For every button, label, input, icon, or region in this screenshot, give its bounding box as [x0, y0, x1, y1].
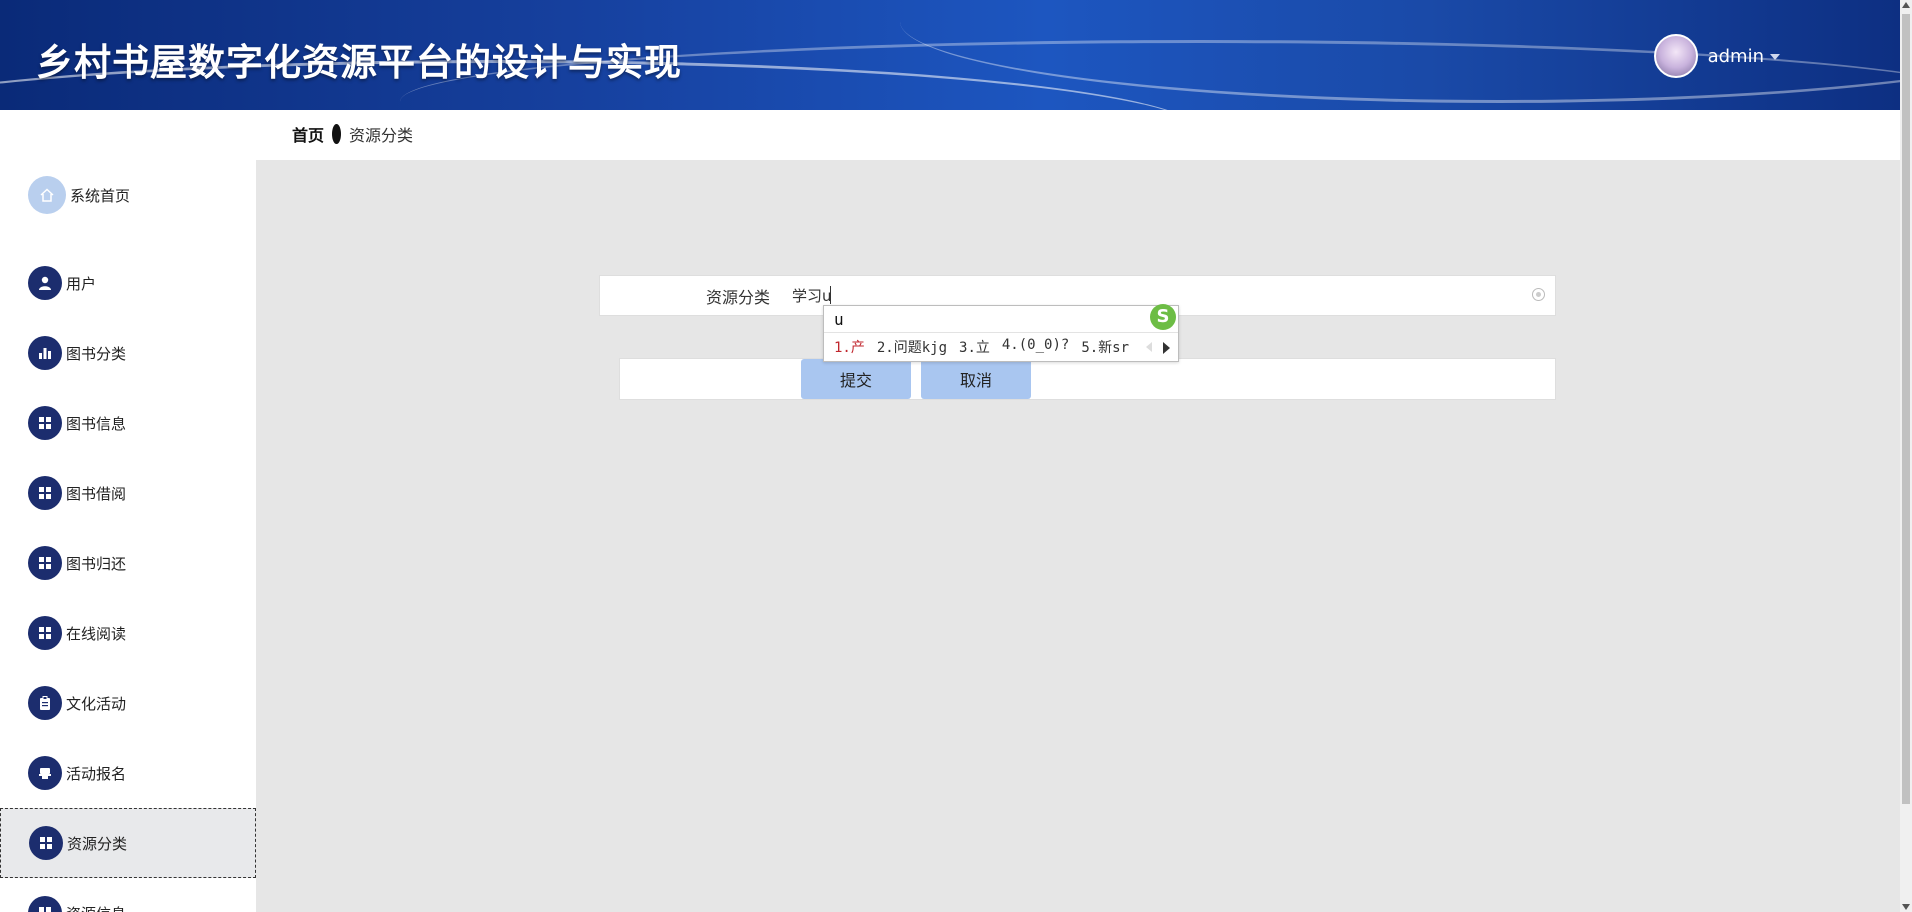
- sidebar-item-label: 图书信息: [66, 414, 127, 433]
- breadcrumb-current: 资源分类: [349, 126, 414, 145]
- clipboard-icon: [28, 686, 62, 720]
- cancel-button[interactable]: 取消: [921, 359, 1031, 399]
- app-title: 乡村书屋数字化资源平台的设计与实现: [36, 41, 682, 84]
- grid-icon: [28, 476, 62, 510]
- clear-icon[interactable]: [1532, 288, 1545, 301]
- sidebar-item-label: 系统首页: [70, 186, 131, 205]
- sidebar-item-resource-info[interactable]: 资源信息: [0, 878, 256, 912]
- ime-candidate[interactable]: 4.(0_0)?: [1002, 337, 1069, 357]
- sidebar-items: 系统首页 用户 图书分类 图书信息 图书借阅 图书归还 在线阅读 文化活动 活动…: [0, 110, 256, 912]
- sidebar-item-label: 图书归还: [66, 554, 127, 573]
- sidebar-item-label: 资源信息: [66, 903, 126, 912]
- bar-chart-icon: [28, 336, 62, 370]
- ime-candidate-popup: u S 1.产 2.问题kjg 3.立 4.(0_0)? 5.新sr: [823, 304, 1179, 362]
- breadcrumb-separator-icon: [332, 124, 342, 144]
- sidebar-item-label: 在线阅读: [66, 624, 127, 643]
- avatar-icon[interactable]: [1653, 34, 1698, 78]
- sidebar-item-resource-category[interactable]: 资源分类: [0, 808, 256, 878]
- page-scrollbar[interactable]: [1900, 0, 1912, 912]
- ime-candidate-list: 1.产 2.问题kjg 3.立 4.(0_0)? 5.新sr: [834, 337, 1141, 357]
- sidebar-item-book-category[interactable]: 图书分类: [0, 318, 256, 388]
- sidebar-item-label: 资源分类: [67, 834, 128, 853]
- sidebar-item-book-borrow[interactable]: 图书借阅: [0, 458, 256, 528]
- breadcrumb: 首页 资源分类: [292, 122, 413, 146]
- ime-candidate[interactable]: 2.问题kjg: [877, 337, 947, 357]
- grid-icon: [28, 896, 62, 912]
- ime-composition: u: [834, 310, 844, 329]
- top-header: 乡村书屋数字化资源平台的设计与实现 admin: [0, 0, 1900, 110]
- sidebar-item-label: 图书分类: [66, 344, 127, 363]
- ime-candidate[interactable]: 3.立: [959, 337, 990, 357]
- scroll-down-arrow-icon[interactable]: [1902, 904, 1910, 910]
- ime-divider: [824, 332, 1178, 333]
- sidebar-item-users[interactable]: 用户: [0, 248, 256, 318]
- sogou-logo-icon: S: [1150, 304, 1176, 330]
- sidebar-item-book-info[interactable]: 图书信息: [0, 388, 256, 458]
- sidebar-item-online-reading[interactable]: 在线阅读: [0, 598, 256, 668]
- text-cursor-icon: [830, 286, 833, 304]
- user-icon: [28, 266, 62, 300]
- ime-candidate[interactable]: 1.产: [834, 337, 865, 357]
- grid-icon: [28, 546, 62, 580]
- grid-icon: [29, 826, 63, 860]
- sidebar-item-dashboard[interactable]: 系统首页: [0, 160, 256, 230]
- user-menu[interactable]: admin: [1653, 34, 1780, 78]
- sidebar-item-label: 用户: [66, 274, 97, 293]
- grid-icon: [28, 406, 62, 440]
- ime-next-page-icon[interactable]: [1163, 342, 1170, 354]
- sidebar-item-activity-signup[interactable]: 活动报名: [0, 738, 256, 808]
- sidebar-item-label: 活动报名: [66, 764, 127, 783]
- printer-icon: [28, 756, 62, 790]
- caret-down-icon[interactable]: [1770, 54, 1780, 60]
- form-actions: 提交 取消: [619, 358, 1556, 400]
- grid-icon: [28, 616, 62, 650]
- home-icon: [28, 176, 66, 214]
- ime-prev-page-icon[interactable]: [1146, 342, 1152, 352]
- username-label[interactable]: admin: [1708, 46, 1764, 67]
- resource-category-label: 资源分类: [706, 288, 771, 307]
- sidebar-item-label: 文化活动: [66, 694, 127, 713]
- breadcrumb-bar: 首页 资源分类: [256, 110, 1900, 160]
- sidebar-item-label: 图书借阅: [66, 484, 127, 503]
- scroll-up-arrow-icon[interactable]: [1902, 2, 1910, 8]
- breadcrumb-home[interactable]: 首页: [292, 122, 324, 146]
- submit-button[interactable]: 提交: [801, 359, 911, 399]
- sidebar-item-cultural-activity[interactable]: 文化活动: [0, 668, 256, 738]
- ime-candidate[interactable]: 5.新sr: [1081, 337, 1129, 357]
- sidebar-item-book-return[interactable]: 图书归还: [0, 528, 256, 598]
- scrollbar-thumb[interactable]: [1902, 14, 1910, 804]
